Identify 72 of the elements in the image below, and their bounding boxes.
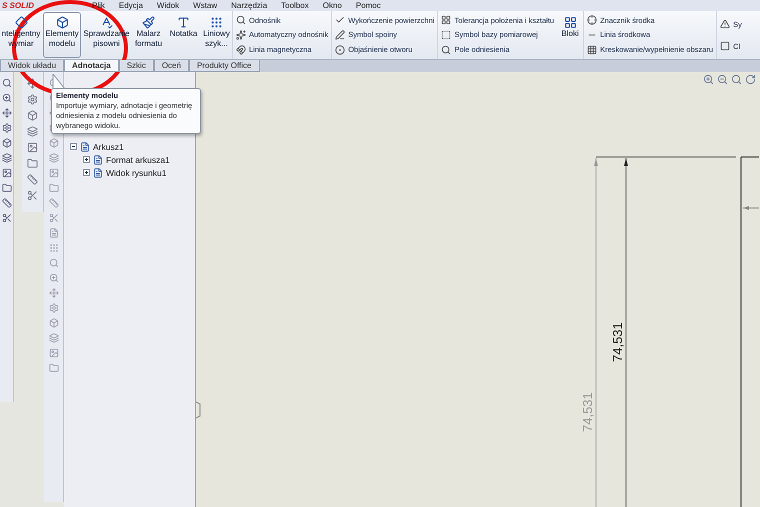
- ribbon-button[interactable]: Malarz formatu: [132, 12, 165, 58]
- menu-item[interactable]: Wstaw: [193, 1, 218, 10]
- pen-icon: [335, 30, 346, 40]
- tool-icon[interactable]: [27, 142, 38, 153]
- paintbrush-icon: [142, 16, 155, 29]
- expand-toggle[interactable]: [83, 169, 90, 176]
- spell-check-icon: [100, 16, 113, 29]
- sparkles-icon: [236, 30, 246, 40]
- box-icon: [56, 16, 68, 29]
- tool-icon[interactable]: [27, 126, 38, 137]
- magnet-icon: [236, 44, 246, 55]
- zoom-in-icon[interactable]: [703, 74, 714, 85]
- menu-item[interactable]: Edycja: [118, 1, 143, 10]
- tool-icon[interactable]: [27, 190, 38, 201]
- tool-icon[interactable]: [2, 198, 12, 208]
- tool-icon[interactable]: [2, 168, 12, 178]
- ribbon-button[interactable]: Bloki: [558, 12, 582, 58]
- tool-icon[interactable]: [2, 78, 12, 88]
- dashed-square-icon: [441, 30, 452, 40]
- warning-icon: [720, 19, 730, 29]
- tree-item-label[interactable]: Arkusz1: [93, 142, 124, 152]
- dimension-arrow: [742, 206, 759, 210]
- ribbon-button[interactable]: Notatka: [167, 12, 200, 58]
- tab[interactable]: Widok układu: [0, 60, 64, 72]
- grid-icon: [441, 15, 452, 26]
- diamond-icon: [14, 16, 28, 29]
- tool-icon[interactable]: [27, 110, 38, 121]
- tool-icon[interactable]: [2, 153, 12, 163]
- tab[interactable]: Szkic: [118, 60, 154, 72]
- hatch-icon: [587, 44, 598, 55]
- magnifier-icon: [236, 15, 246, 26]
- sheet-edge-notch: [196, 402, 200, 418]
- tab[interactable]: Adnotacja: [64, 60, 119, 72]
- document-icon: [93, 168, 103, 178]
- zoom-out-icon[interactable]: [717, 74, 728, 85]
- expand-toggle[interactable]: [70, 143, 77, 150]
- check-icon: [335, 15, 346, 26]
- expand-toggle[interactable]: [83, 156, 90, 163]
- circle-dot-icon: [335, 44, 346, 55]
- rotate-icon[interactable]: [745, 74, 756, 85]
- letter-icon: [177, 16, 190, 29]
- square-icon: [720, 41, 730, 51]
- tree-item-label[interactable]: Format arkusza1: [106, 154, 170, 164]
- tool-icon[interactable]: [27, 78, 38, 89]
- crosshair-icon: [587, 15, 598, 26]
- app-logo: S SOLID: [2, 1, 36, 10]
- ribbon-button[interactable]: Elementy modelu: [43, 12, 81, 58]
- tool-icon[interactable]: [27, 94, 38, 105]
- tool-icon[interactable]: [2, 213, 12, 223]
- menu-item[interactable]: Widok: [156, 1, 180, 10]
- tool-icon[interactable]: [2, 108, 12, 118]
- tab[interactable]: Produkty Office: [188, 60, 260, 72]
- grip-icon: [210, 16, 223, 29]
- menu-item[interactable]: Okno: [322, 1, 342, 10]
- menu-item[interactable]: Pomoc: [356, 1, 381, 10]
- magnifier-icon: [441, 44, 452, 55]
- grid-icon: [564, 16, 577, 29]
- tool-icon[interactable]: [27, 174, 38, 185]
- tool-icon[interactable]: [2, 123, 12, 133]
- tool-icon[interactable]: [2, 93, 12, 103]
- document-icon: [93, 154, 103, 164]
- search-icon[interactable]: [731, 74, 742, 85]
- tool-icon[interactable]: [2, 183, 12, 193]
- menu-item[interactable]: Narzędzia: [231, 1, 268, 10]
- dimension-value[interactable]: 74,531: [610, 322, 625, 362]
- ribbon-button[interactable]: Liniowy szyk...: [202, 12, 231, 58]
- tool-icon[interactable]: [27, 158, 38, 169]
- tree-item-label[interactable]: Widok rysunku1: [106, 168, 166, 178]
- tool-icon[interactable]: [2, 138, 12, 148]
- tab[interactable]: Oceń: [154, 60, 189, 72]
- document-icon: [80, 142, 90, 152]
- menu-item[interactable]: Toolbox: [281, 1, 309, 10]
